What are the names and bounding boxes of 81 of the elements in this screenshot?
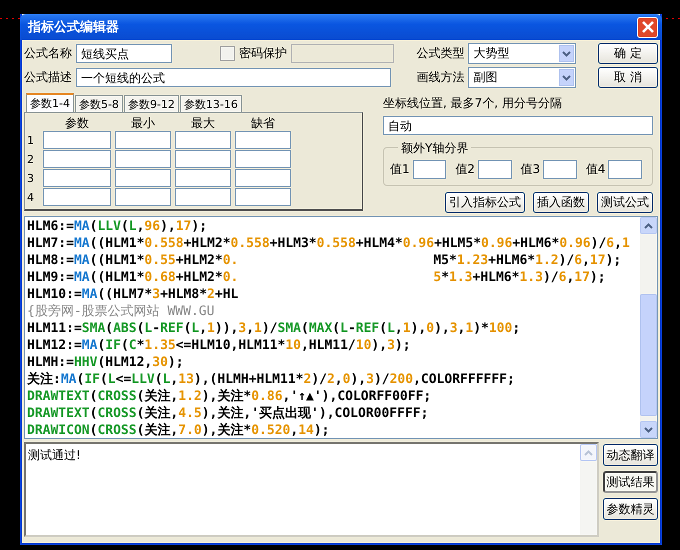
code-line: DRAWTEXT(CROSS(关注,4.5),关注,'买点出现'),COLOR00FFFF; — [27, 405, 428, 422]
value-field[interactable] — [543, 160, 577, 179]
scroll-thumb[interactable] — [640, 294, 657, 416]
row-number: 1 — [27, 134, 35, 146]
side-button[interactable]: 动态翻译 — [603, 444, 658, 466]
draw-method-dropdown[interactable]: 副图 — [468, 67, 576, 88]
param-input[interactable] — [175, 169, 231, 187]
code-line: {股旁网-股票公式网站 WWW.GU — [27, 303, 214, 320]
name-field[interactable]: 短线买点 — [76, 44, 172, 63]
param-input[interactable] — [115, 131, 171, 149]
description-field[interactable]: 一个短线的公式 — [76, 68, 391, 87]
code-line: HLM7:=MA((HLM1*0.558+HLM2*0.558+HLM3*0.558+HLM4*0.96+HLM5*0.96+HLM6*0.96)/6,1 — [27, 235, 630, 252]
test-result-text: 测试通过! — [27, 447, 82, 464]
param-input[interactable] — [235, 150, 291, 168]
code-line: HLM11:=SMA(ABS(L-REF(L,1)),3,1)/SMA(MAX(L-REF(L,1),0),3,1)*100; — [27, 320, 520, 337]
axis-lines-field[interactable]: 自动 — [383, 116, 653, 135]
field-label: 公式名称 — [24, 45, 72, 62]
code-line: HLMH:=HHV(HLM12,30); — [27, 354, 184, 371]
dialog-button[interactable]: 取 消 — [598, 67, 658, 88]
value-field[interactable] — [608, 160, 642, 179]
password-field[interactable] — [291, 44, 394, 63]
scroll-down-icon[interactable] — [640, 421, 657, 438]
tab[interactable]: 参数13-16 — [180, 95, 242, 112]
tab[interactable]: 参数9-12 — [124, 95, 179, 112]
column-header: 参数 — [64, 116, 90, 130]
tab[interactable]: 参数5-8 — [74, 95, 123, 112]
field-label: 公式类型 — [416, 45, 464, 62]
field-label: 值1 — [390, 161, 410, 178]
code-line: HLM6:=MA(LLV(L,96),17); — [27, 218, 208, 235]
param-input[interactable] — [235, 169, 291, 187]
tab[interactable]: 参数1-4 — [26, 93, 74, 112]
scrollbar[interactable] — [640, 217, 657, 438]
param-input[interactable] — [115, 188, 171, 206]
code-line: HLM12:=MA(IF(C*1.35<=HLM10,HLM11*10,HLM11/10),3); — [27, 337, 411, 354]
field-label: 坐标线位置, 最多7个, 用分号分隔 — [383, 95, 563, 112]
code-editor[interactable] — [24, 216, 658, 439]
param-input[interactable] — [175, 188, 231, 206]
param-input[interactable] — [115, 169, 171, 187]
column-header: 缺省 — [250, 116, 276, 130]
param-input[interactable] — [235, 188, 291, 206]
value-field[interactable] — [478, 160, 512, 179]
param-input[interactable] — [175, 150, 231, 168]
field-label: 画线方法 — [416, 69, 464, 86]
row-number: 4 — [27, 190, 35, 204]
field-label: 值3 — [520, 161, 540, 178]
param-input[interactable] — [43, 188, 111, 206]
column-header: 最大 — [190, 116, 216, 130]
formula-type-dropdown[interactable]: 大势型 — [468, 43, 576, 64]
scrollbar[interactable] — [580, 444, 597, 535]
column-header: 最小 — [130, 116, 156, 130]
param-input[interactable] — [175, 131, 231, 149]
close-icon — [640, 20, 654, 34]
checkbox-label: 密码保护 — [239, 45, 287, 62]
dialog-button[interactable]: 确 定 — [598, 43, 658, 64]
param-input[interactable] — [115, 150, 171, 168]
code-line: 关注:MA(IF(L<=LLV(L,13),(HLMH+HLM11*2)/2,0),3)/200,COLORFFFFFF; — [27, 371, 515, 388]
side-button[interactable]: 参数精灵 — [603, 498, 658, 520]
action-button[interactable]: 插入函数 — [533, 192, 589, 213]
field-label: 值2 — [455, 161, 475, 178]
action-button[interactable]: 引入指标公式 — [445, 192, 525, 213]
code-line: DRAWTEXT(CROSS(关注,1.2),关注*0.86,'↑▲'),COLORFF00FF; — [27, 388, 432, 405]
param-input[interactable] — [235, 131, 291, 149]
code-line: DRAWICON(CROSS(关注,7.0),关注*0.520,14); — [27, 422, 330, 438]
group-title: 额外Y轴分界 — [398, 140, 472, 157]
param-input[interactable] — [43, 150, 111, 168]
code-line: HLM9:=MA((HLM1*0.68+HLM2*0. 5*1.3+HLM6*1.3)/6,17); — [27, 269, 606, 286]
password-checkbox[interactable] — [220, 46, 235, 61]
param-input[interactable] — [43, 131, 111, 149]
window-title: 指标公式编辑器 — [28, 18, 119, 36]
close-button[interactable] — [637, 16, 658, 38]
scroll-up-icon[interactable] — [640, 217, 657, 234]
action-button[interactable]: 测试公式 — [597, 192, 653, 213]
code-line: HLM8:=MA((HLM1*0.55+HLM2*0. M5*1.23+HLM6*1.2)/6,17); — [27, 252, 622, 269]
field-label: 值4 — [586, 161, 606, 178]
field-label: 公式描述 — [24, 69, 72, 86]
row-number: 3 — [27, 172, 35, 184]
value-field[interactable] — [412, 160, 446, 179]
param-input[interactable] — [43, 169, 111, 187]
row-number: 2 — [27, 152, 35, 166]
side-button[interactable]: 测试结果 — [603, 471, 658, 493]
code-line: HLM10:=MA((HLM7*3+HLM8*2+HL — [27, 286, 238, 303]
